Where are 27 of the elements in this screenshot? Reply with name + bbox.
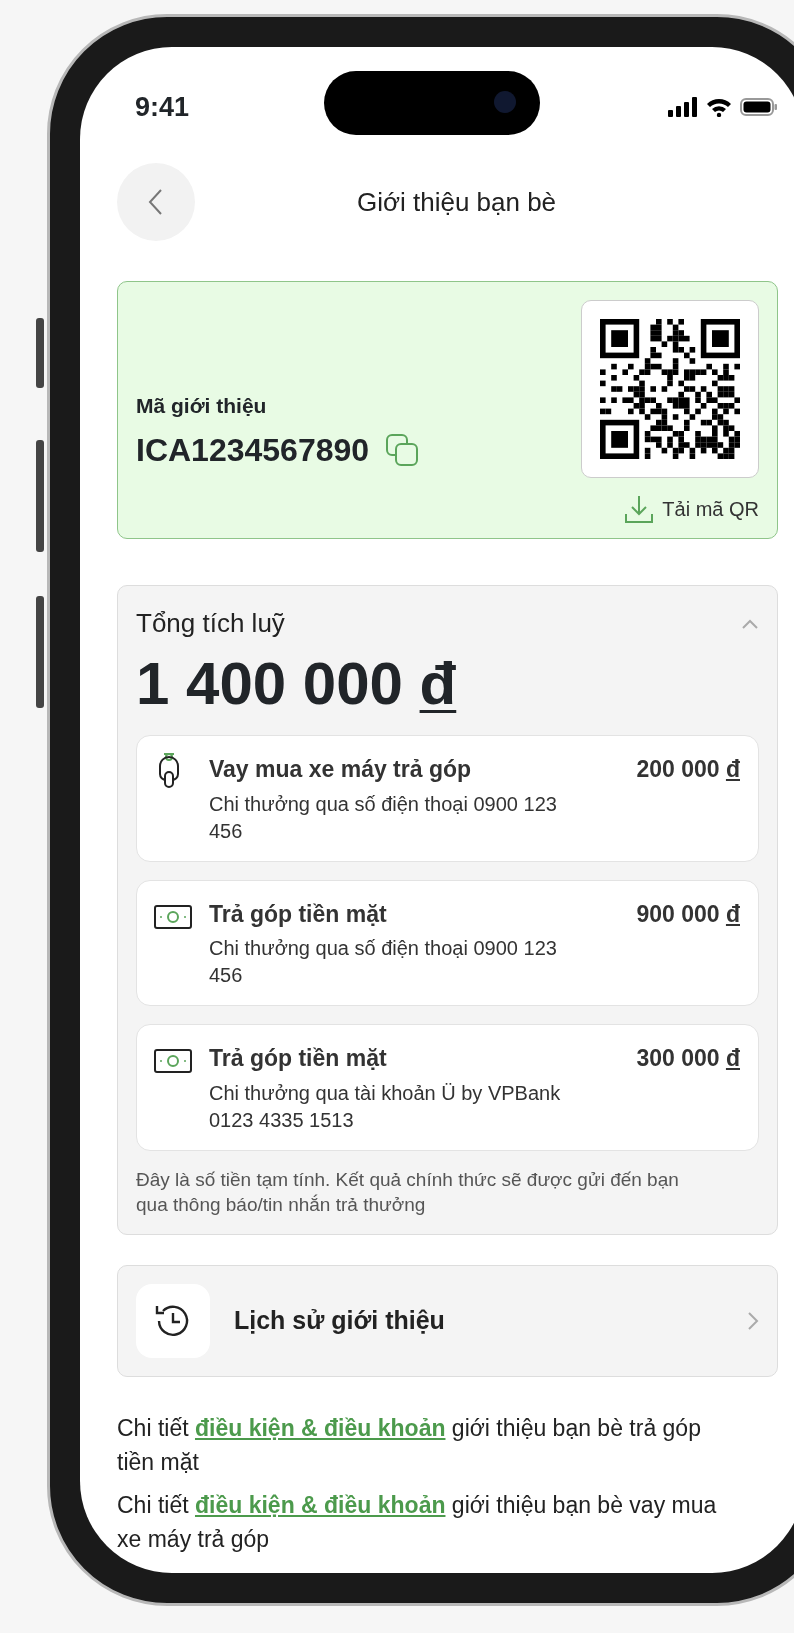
- reward-detail: Chi thưởng qua số điện thoại 0900 123 456: [209, 936, 558, 988]
- reward-amount: 300 000 đ: [636, 1044, 740, 1073]
- reward-title: Vay mua xe máy trả góp: [209, 755, 472, 784]
- terms-sentence: Chi tiết điều kiện & điều khoản giới thiệu bạn bè vay mua xe máy trả góp: [117, 1490, 717, 1555]
- chevron-right-icon: [747, 1310, 759, 1331]
- referral-label: Mã giới thiệu: [136, 393, 268, 420]
- total-title: Tổng tích luỹ: [136, 607, 285, 640]
- chevron-up-icon[interactable]: [741, 618, 759, 631]
- wifi-icon: [706, 97, 732, 117]
- page-title: Giới thiệu bạn bè: [356, 186, 557, 217]
- estimate-note: Đây là số tiền tạm tính. Kết quả chính thức sẽ được gửi đến bạn qua thông báo/tin nhắn trả thưởng: [136, 1167, 680, 1218]
- reward-title: Trả góp tiền mặt: [209, 899, 387, 929]
- status-time: 9:41: [135, 90, 190, 124]
- history-button[interactable]: Lịch sử giới thiệu: [117, 1264, 778, 1377]
- reward-amount: 900 000 đ: [636, 899, 740, 929]
- download-qr-button[interactable]: Tải mã QR: [624, 494, 759, 524]
- referral-code: ICA1234567890: [136, 430, 370, 470]
- total-amount: 1 400 000 đ: [136, 651, 458, 717]
- copy-icon[interactable]: [385, 432, 420, 467]
- signal-icon: [668, 97, 698, 117]
- back-icon: [148, 188, 164, 216]
- download-icon[interactable]: [624, 494, 655, 524]
- reward-title: Trả góp tiền mặt: [209, 1044, 387, 1073]
- reward-detail: Chi thưởng qua tài khoản Ü by VPBank 0123 4335 1513: [209, 1080, 562, 1133]
- reward-amount: 200 000 đ: [636, 755, 740, 784]
- reward-detail: Chi thưởng qua số điện thoại 0900 123 456: [209, 791, 558, 844]
- battery-icon: [740, 97, 778, 117]
